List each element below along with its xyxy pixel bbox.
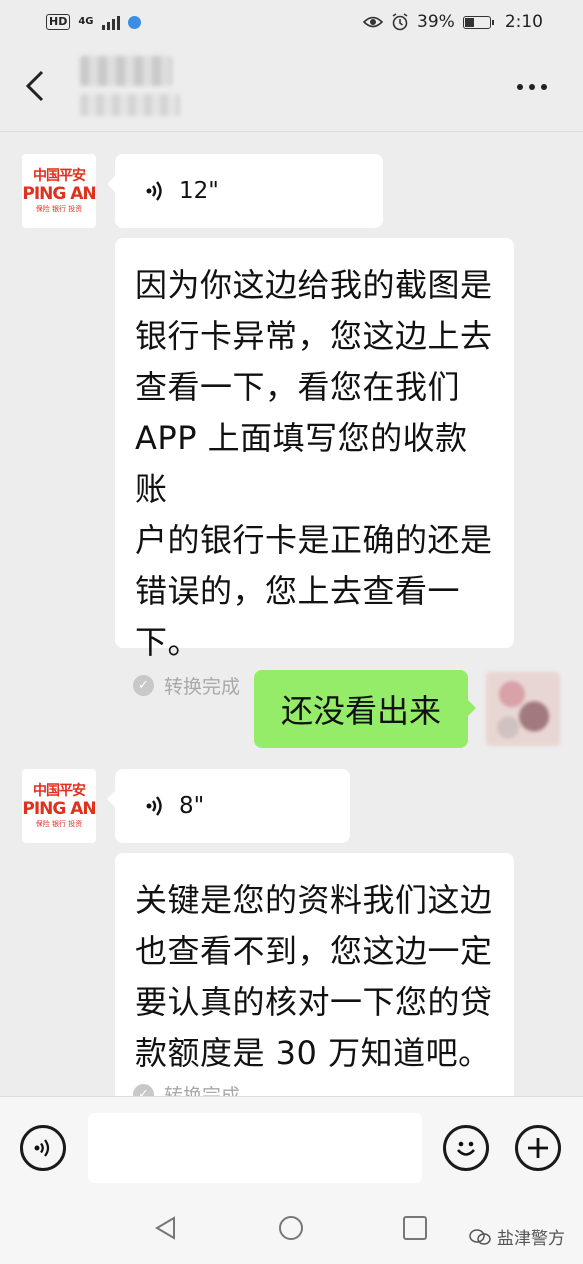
signal-icon <box>101 14 120 30</box>
status-left: HD 4G <box>46 14 141 30</box>
conversion-status: ✓ 转换完成 <box>115 1081 514 1096</box>
status-bar: HD 4G 39% 2:10 <box>0 0 583 44</box>
transcript-line: 户的银行卡是正确的还是 <box>135 521 493 559</box>
conversion-status-text: 转换完成 <box>164 676 241 698</box>
system-home-button[interactable] <box>277 1214 305 1242</box>
brand-tagline: 保险 银行 投资 <box>35 820 83 828</box>
more-options-button[interactable] <box>517 74 553 100</box>
system-recents-button[interactable] <box>401 1214 429 1242</box>
brand-cn-name: 中国平安 <box>33 783 86 799</box>
voice-message-bubble[interactable]: 12" <box>107 154 383 228</box>
my-message-bubble[interactable]: 还没看出来 <box>254 670 476 748</box>
plus-icon <box>528 1138 548 1158</box>
transcript-line: APP 上面填写您的收款账 <box>135 419 468 508</box>
plus-button[interactable] <box>515 1125 561 1171</box>
square-recents-icon <box>403 1216 427 1240</box>
transcript-line: 要认真的核对一下您的贷 <box>135 983 493 1021</box>
my-message-text: 还没看出来 <box>280 692 441 730</box>
pingan-avatar[interactable]: 中国平安 PING AN 保险 银行 投资 <box>22 769 96 843</box>
hd-badge: HD <box>46 14 71 30</box>
message-input[interactable] <box>88 1113 422 1183</box>
alarm-icon <box>392 13 408 31</box>
voice-message-bubble[interactable]: 8" <box>107 769 350 843</box>
pingan-avatar[interactable]: 中国平安 PING AN 保险 银行 投资 <box>22 154 96 228</box>
triangle-back-icon <box>155 1216 175 1240</box>
conversion-status-text: 转换完成 <box>164 1085 241 1096</box>
transcript-line: 银行卡异常，您这边上去 <box>135 317 493 355</box>
wechat-official-account-icon <box>469 1228 491 1245</box>
voice-transcript-bubble[interactable]: 关键是您的资料我们这边 也查看不到，您这边一定 要认真的核对一下您的贷 款额度是… <box>115 853 514 1096</box>
transcript-line: 因为你这边给我的截图是 <box>135 266 493 304</box>
brand-en-name: PING AN <box>22 799 96 819</box>
clock: 2:10 <box>504 12 543 32</box>
status-right: 39% 2:10 <box>363 12 543 32</box>
voice-wave-icon <box>146 796 162 816</box>
transcript-line: 关键是您的资料我们这边 <box>135 881 493 919</box>
eye-comfort-icon <box>363 16 384 28</box>
transcript-line: 查看一下，看您在我们 <box>135 368 461 406</box>
transcript-text: 因为你这边给我的截图是 银行卡异常，您这边上去 查看一下，看您在我们 APP 上… <box>115 238 514 668</box>
watermark-text: 盐津警方 <box>497 1229 565 1249</box>
circle-home-icon <box>279 1216 303 1240</box>
transcript-line: 款额度是 30 万知道吧。 <box>135 1034 491 1072</box>
voice-duration: 8" <box>179 793 205 819</box>
transcript-line: 也查看不到，您这边一定 <box>135 932 493 970</box>
system-back-button[interactable] <box>152 1214 180 1242</box>
chevron-left-icon <box>25 70 44 102</box>
back-button[interactable] <box>18 66 58 106</box>
my-avatar[interactable] <box>486 672 560 746</box>
brand-tagline: 保险 银行 投资 <box>35 205 83 213</box>
app-notification-icon <box>127 15 141 29</box>
contact-subtitle-redacted <box>80 94 180 116</box>
emoji-icon <box>457 1141 475 1156</box>
watermark: 盐津警方 <box>469 1224 565 1249</box>
voice-wave-icon <box>146 181 162 201</box>
brand-cn-name: 中国平安 <box>33 168 86 184</box>
transcript-line: 下。 <box>135 623 201 661</box>
more-dots-icon <box>517 84 523 90</box>
voice-mode-icon <box>34 1139 50 1157</box>
battery-percent: 39% <box>417 12 455 32</box>
transcript-line: 错误的，您上去查看一 <box>135 572 461 610</box>
emoji-button[interactable] <box>443 1125 489 1171</box>
voice-transcript-bubble[interactable]: 因为你这边给我的截图是 银行卡异常，您这边上去 查看一下，看您在我们 APP 上… <box>115 238 514 698</box>
input-bar <box>0 1096 583 1192</box>
battery-icon <box>462 15 494 29</box>
check-circle-icon: ✓ <box>133 1084 154 1096</box>
voice-mode-button[interactable] <box>20 1125 66 1171</box>
brand-en-name: PING AN <box>22 184 96 204</box>
chat-header <box>0 44 583 132</box>
voice-duration: 12" <box>179 178 219 204</box>
system-navigation-bar: 盐津警方 <box>0 1192 583 1264</box>
network-type: 4G <box>78 16 94 27</box>
check-circle-icon: ✓ <box>133 675 154 696</box>
contact-name-redacted[interactable] <box>80 56 172 86</box>
transcript-text: 关键是您的资料我们这边 也查看不到，您这边一定 要认真的核对一下您的贷 款额度是… <box>115 853 514 1079</box>
